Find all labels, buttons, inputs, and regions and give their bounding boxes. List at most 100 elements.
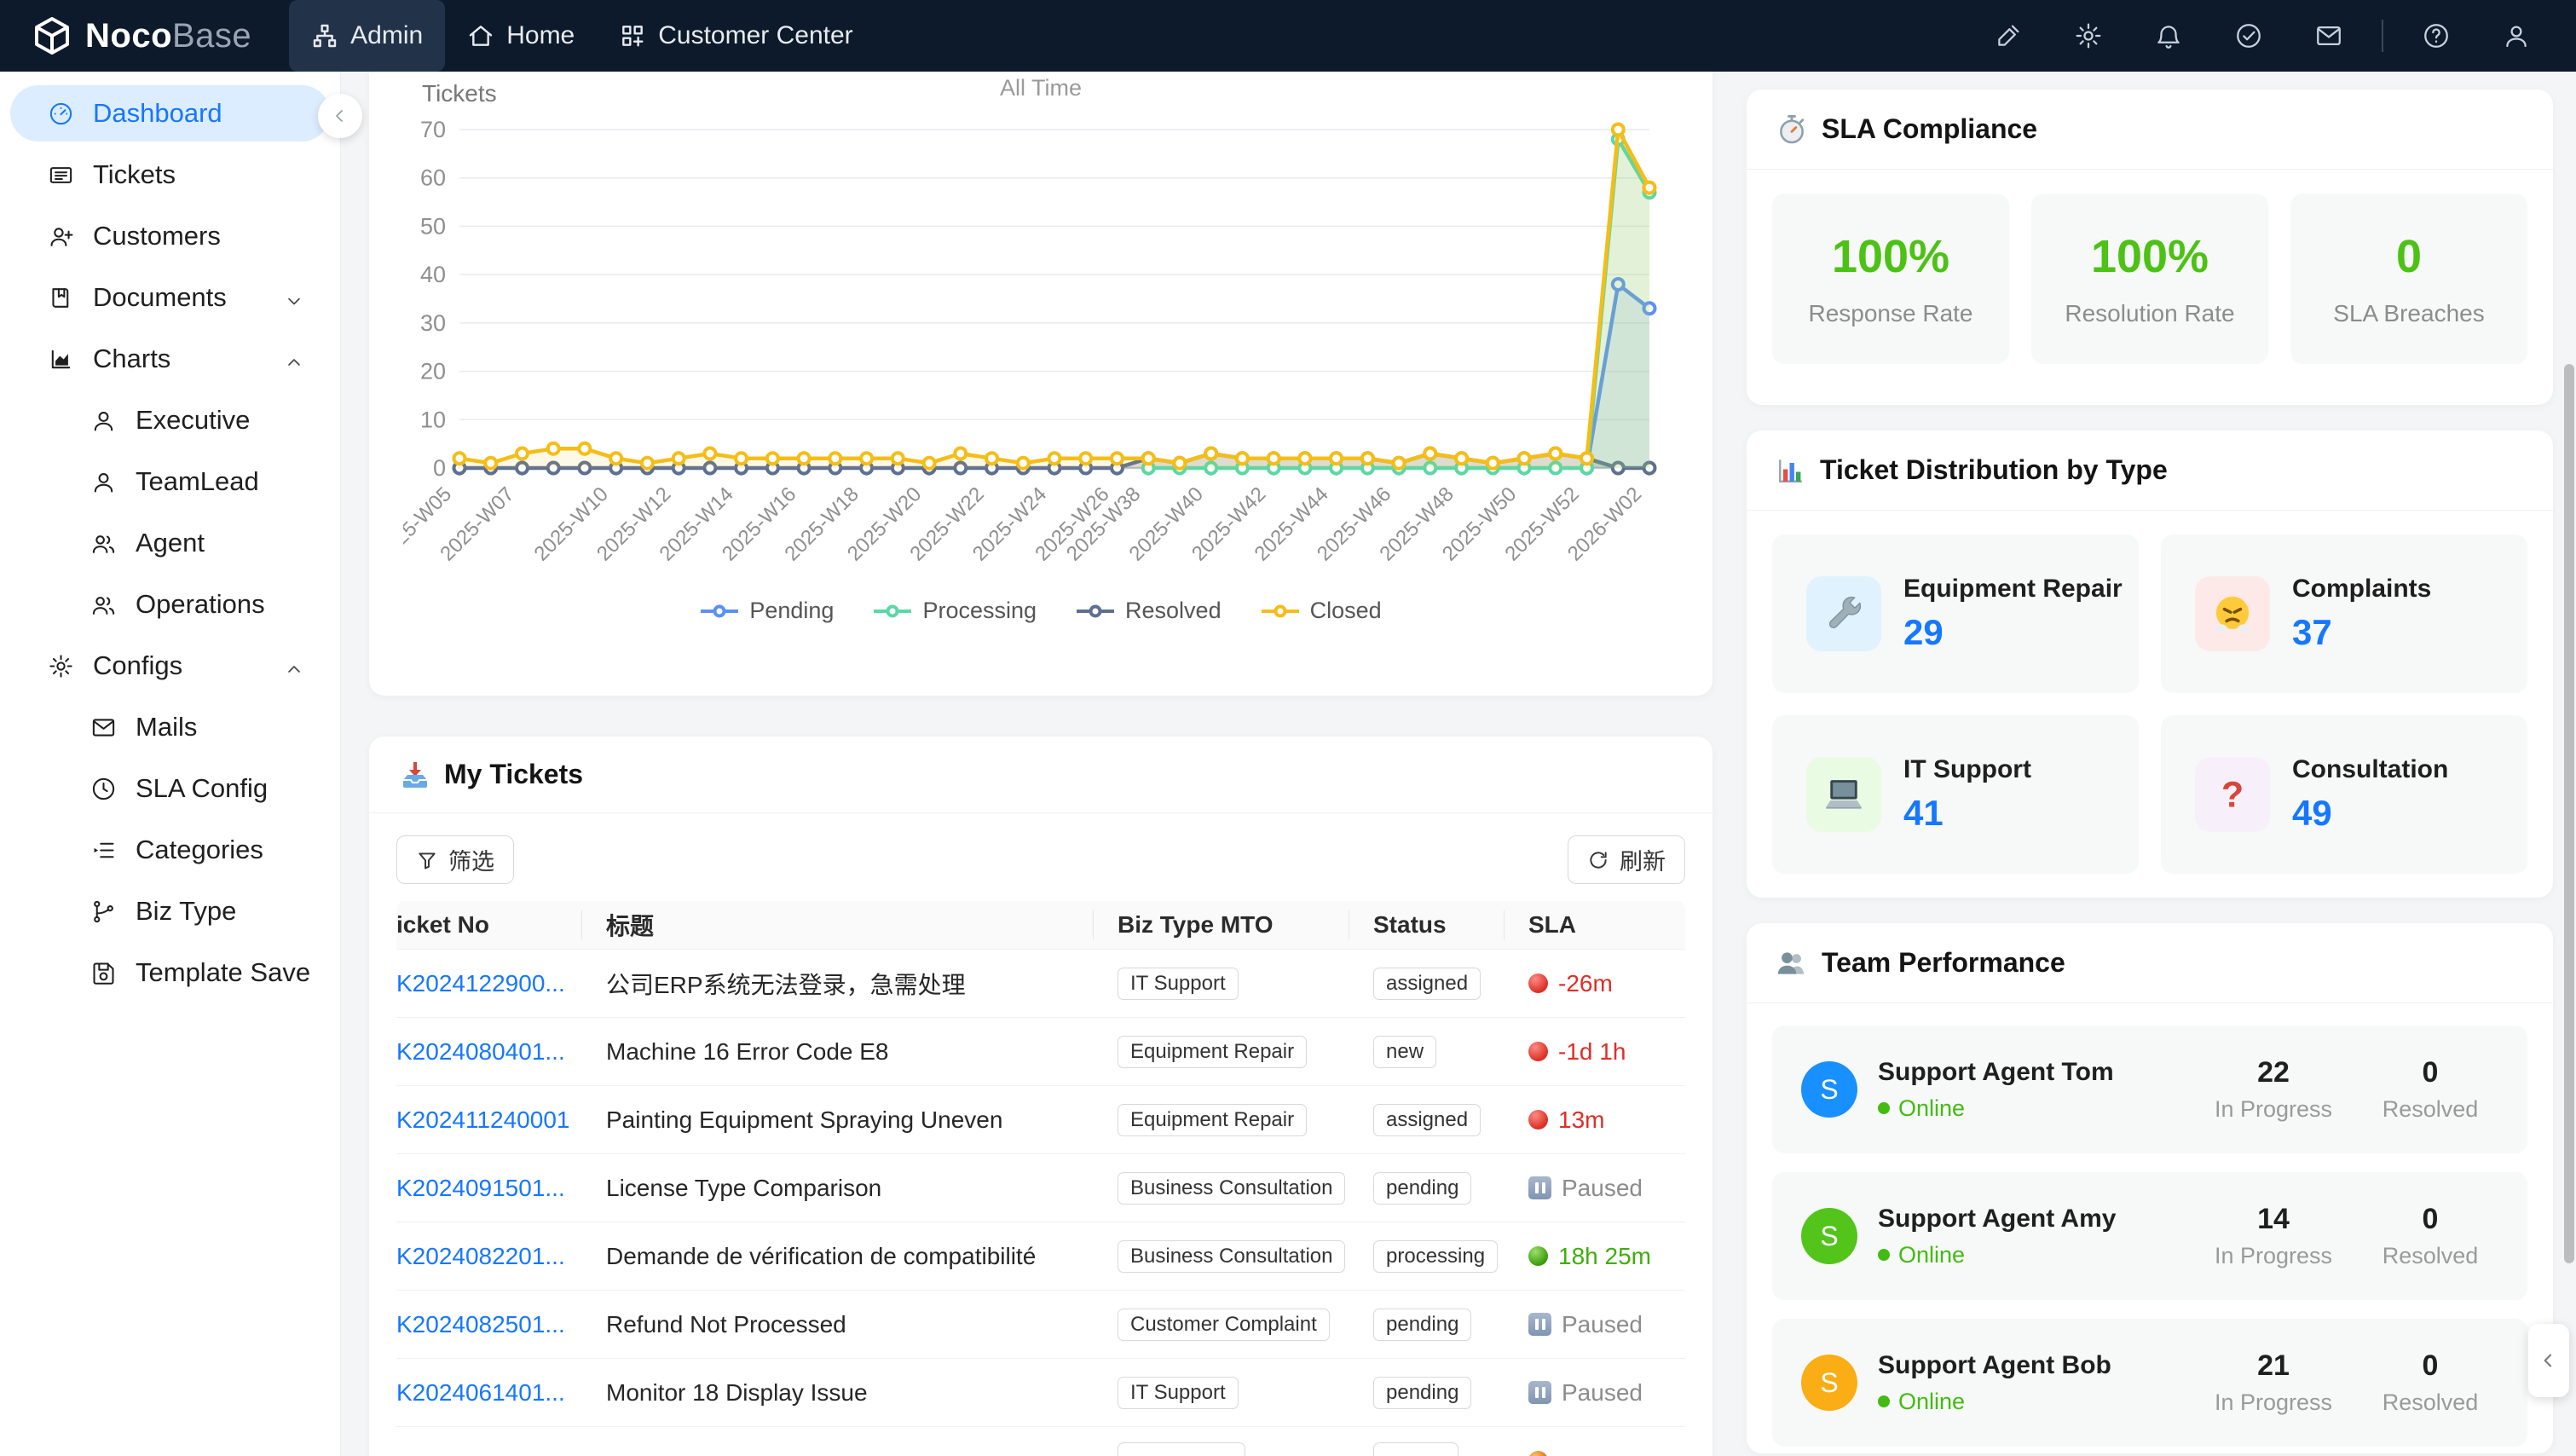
sidebar-item-configs[interactable]: Configs	[10, 638, 330, 694]
legend-pending[interactable]: Pending	[700, 598, 834, 624]
sidebar-item-tickets[interactable]: Tickets	[10, 147, 330, 203]
agent-status: Online	[1878, 1242, 2116, 1268]
ticket-no-link[interactable]: K2024080401...	[396, 1038, 565, 1065]
ticket-no-link[interactable]: K2024122900...	[396, 970, 565, 997]
distribution-tile: Complaints 37	[2161, 534, 2527, 693]
legend-resolved[interactable]: Resolved	[1076, 598, 1222, 624]
ticket-title: Refund Not Processed	[582, 1311, 1094, 1338]
ticket-no-link[interactable]: K2024061401...	[396, 1379, 565, 1406]
sidebar-item-categories[interactable]: Categories	[10, 822, 330, 878]
table-row[interactable]: K2024061401... Monitor 18 Display Issue …	[396, 1359, 1685, 1427]
sla-status	[1528, 1451, 1685, 1456]
distribution-value: 41	[1903, 793, 2031, 834]
refresh-button[interactable]: 刷新	[1568, 835, 1685, 884]
table-row[interactable]: K2024082501... Refund Not Processed Cust…	[396, 1291, 1685, 1359]
status-badge: assigned	[1373, 968, 1481, 1000]
table-row[interactable]: K2024082201... Demande de vérification d…	[396, 1222, 1685, 1291]
laptop-icon	[1806, 757, 1881, 832]
sidebar-item-template-save[interactable]: Template Save	[10, 945, 330, 1001]
distribution-tile: IT Support 41	[1772, 715, 2139, 874]
right-panel-collapse-handle[interactable]	[2528, 1324, 2569, 1397]
refresh-icon	[1587, 849, 1609, 871]
team-performance-card: Team Performance S Support Agent Tom Onl…	[1747, 923, 2553, 1453]
svg-text:0: 0	[433, 455, 446, 481]
table-row[interactable]: K2024091501... License Type Comparison B…	[396, 1154, 1685, 1222]
nav-tab-customer-center[interactable]: Customer Center	[597, 0, 875, 72]
legend-closed[interactable]: Closed	[1261, 598, 1382, 624]
biz-type-badge: Equipment Repair	[1118, 1036, 1307, 1068]
table-row[interactable]: K202411240001 Painting Equipment Sprayin…	[396, 1086, 1685, 1154]
gauge-icon	[48, 101, 74, 127]
chevron-left-icon	[2538, 1349, 2560, 1372]
navbar-gear-button[interactable]	[2061, 9, 2116, 63]
distribution-value: 37	[2292, 612, 2431, 653]
biz-type-badge: IT Support	[1118, 1377, 1239, 1409]
navbar-mail-button[interactable]	[2302, 9, 2356, 63]
agent-row: S Support Agent Tom Online 22In Progress…	[1772, 1026, 2527, 1153]
navbar-highlighter-button[interactable]	[1981, 9, 2036, 63]
navbar-bell-button[interactable]	[2141, 9, 2196, 63]
categories-icon	[90, 837, 117, 864]
stopwatch-icon	[1776, 113, 1808, 146]
users-icon	[90, 530, 117, 557]
question-mark-icon: ?	[2195, 757, 2270, 832]
navbar-check-circle-button[interactable]	[2221, 9, 2276, 63]
ticket-title: License Type Comparison	[582, 1175, 1094, 1202]
filter-button[interactable]: 筛选	[396, 835, 514, 884]
sidebar-item-charts[interactable]: Charts	[10, 331, 330, 387]
user-plus-icon	[48, 223, 74, 250]
nocobase-logo[interactable]: NocoBase	[32, 16, 251, 55]
ticket-title: 公司ERP系统无法登录，急需处理	[582, 967, 1094, 1001]
ticket-no-link[interactable]: K2024091501...	[396, 1175, 565, 1201]
distribution-label: Complaints	[2292, 575, 2431, 604]
online-dot-icon	[1878, 1249, 1890, 1261]
ticket-title: Demande de vérification de compatibilité	[582, 1243, 1094, 1270]
users-icon	[90, 592, 117, 618]
table-row[interactable]: K2024122900... 公司ERP系统无法登录，急需处理 IT Suppo…	[396, 950, 1685, 1018]
highlighter-icon	[1994, 21, 2023, 50]
sidebar-item-operations[interactable]: Operations	[10, 576, 330, 633]
sla-compliance-card: SLA Compliance 100% Response Rate 100% R…	[1747, 90, 2553, 405]
sidebar-collapse-button[interactable]	[318, 94, 362, 138]
sidebar-item-teamlead[interactable]: TeamLead	[10, 454, 330, 510]
ticket-no-link[interactable]: K2024082201...	[396, 1243, 565, 1269]
sidebar-item-biz-type[interactable]: Biz Type	[10, 883, 330, 939]
legend-marker-icon	[1076, 604, 1115, 618]
sidebar-item-executive[interactable]: Executive	[10, 392, 330, 448]
table-row[interactable]	[396, 1427, 1685, 1456]
nav-tab-admin[interactable]: Admin	[289, 0, 445, 72]
nav-tab-home[interactable]: Home	[445, 0, 597, 72]
sidebar-item-documents[interactable]: Documents	[10, 269, 330, 326]
ticket-no-link[interactable]: K202411240001	[396, 1106, 569, 1133]
sidebar-item-customers[interactable]: Customers	[10, 208, 330, 264]
filter-icon	[416, 849, 438, 871]
svg-text:30: 30	[420, 310, 446, 336]
table-row[interactable]: K2024080401... Machine 16 Error Code E8 …	[396, 1018, 1685, 1086]
top-navbar: NocoBase AdminHomeCustomer Center	[0, 0, 2576, 72]
team-performance-title: Team Performance	[1822, 947, 2065, 979]
avatar: S	[1801, 1355, 1857, 1411]
sidebar-item-agent[interactable]: Agent	[10, 515, 330, 571]
book-icon	[48, 285, 74, 311]
in-progress-label: In Progress	[2214, 1390, 2333, 1416]
legend-processing[interactable]: Processing	[873, 598, 1037, 624]
sidebar-item-dashboard[interactable]: Dashboard	[10, 85, 330, 142]
ticket-no-link[interactable]: K2024082501...	[396, 1311, 565, 1338]
sidebar-item-mails[interactable]: Mails	[10, 699, 330, 755]
appstore-icon	[619, 22, 646, 49]
save-icon	[90, 960, 117, 986]
in-progress-count: 14	[2214, 1203, 2333, 1236]
avatar: S	[1801, 1208, 1857, 1264]
column-header: SLA	[1505, 910, 1685, 939]
sidebar-item-sla-config[interactable]: SLA Config	[10, 760, 330, 817]
navbar-user-button[interactable]	[2489, 9, 2544, 63]
agent-row: S Support Agent Bob Online 21In Progress…	[1772, 1319, 2527, 1447]
avatar: S	[1801, 1061, 1857, 1118]
page-scrollbar[interactable]	[2564, 364, 2574, 1263]
biz-type-badge: Equipment Repair	[1118, 1104, 1307, 1136]
bell-icon	[2154, 21, 2183, 50]
svg-text:60: 60	[420, 165, 446, 191]
legend-marker-icon	[1261, 604, 1300, 618]
stat-label: SLA Breaches	[2333, 300, 2484, 327]
navbar-help-circle-button[interactable]	[2409, 9, 2463, 63]
